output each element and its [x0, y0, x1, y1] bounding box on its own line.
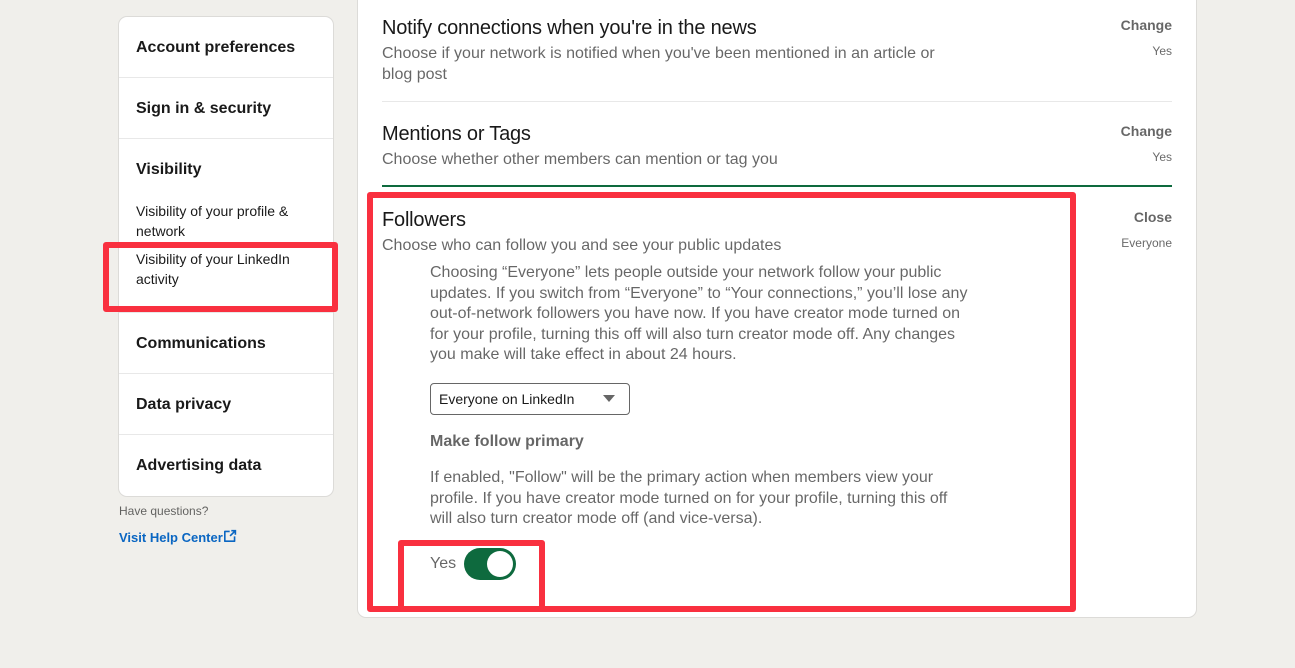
setting-followers: Followers Choose who can follow you and … — [382, 207, 1172, 607]
active-divider — [382, 185, 1172, 187]
caret-down-icon — [603, 395, 615, 403]
help-center-link[interactable]: Visit Help Center — [119, 529, 237, 545]
setting-mentions-tags: Mentions or Tags Choose whether other me… — [382, 121, 1172, 170]
setting-value: Yes — [1152, 44, 1172, 58]
help-center-link-label: Visit Help Center — [119, 530, 223, 545]
setting-notify-connections: Notify connections when you're in the ne… — [382, 15, 1172, 85]
setting-description: Choose if your network is notified when … — [382, 45, 935, 83]
change-button[interactable]: Change — [1121, 17, 1172, 33]
follow-primary-heading: Make follow primary — [430, 432, 584, 450]
settings-sidebar: Account preferences Sign in & security V… — [119, 17, 333, 496]
sidebar-item-communications[interactable]: Communications — [119, 313, 333, 374]
sidebar-item-advertising-data[interactable]: Advertising data — [119, 435, 333, 496]
follow-primary-toggle[interactable] — [464, 547, 517, 580]
change-button[interactable]: Change — [1121, 123, 1172, 139]
sidebar-subitem-linkedin-activity[interactable]: Visibility of your LinkedIn activity — [119, 247, 333, 313]
settings-page: Account preferences Sign in & security V… — [0, 0, 1295, 668]
external-link-icon — [223, 529, 236, 542]
divider — [382, 101, 1172, 102]
toggle-label: Yes — [430, 554, 457, 572]
sidebar-item-visibility[interactable]: Visibility — [119, 139, 333, 195]
setting-description: Choose who can follow you and see your p… — [382, 237, 782, 254]
setting-title: Followers — [382, 209, 466, 231]
setting-value: Everyone — [1121, 236, 1172, 250]
followers-details: Choosing “Everyone” lets people outside … — [430, 263, 970, 580]
settings-panel: Notify connections when you're in the ne… — [358, 0, 1196, 617]
sidebar-item-sign-in-security[interactable]: Sign in & security — [119, 78, 333, 139]
followers-explanation: Choosing “Everyone” lets people outside … — [430, 264, 968, 364]
toggle-knob — [487, 550, 514, 577]
setting-title: Mentions or Tags — [382, 123, 531, 145]
sidebar-item-data-privacy[interactable]: Data privacy — [119, 374, 333, 435]
sidebar-subitem-profile-network[interactable]: Visibility of your profile & network — [119, 195, 333, 247]
setting-description: Choose whether other members can mention… — [382, 151, 778, 168]
setting-value: Yes — [1152, 150, 1172, 164]
followers-audience-select[interactable]: Everyone on LinkedIn — [430, 382, 630, 415]
help-prompt: Have questions? — [119, 504, 209, 518]
setting-title: Notify connections when you're in the ne… — [382, 17, 757, 39]
sidebar-item-account-preferences[interactable]: Account preferences — [119, 17, 333, 78]
follow-primary-toggle-row: Yes — [430, 547, 970, 580]
close-button[interactable]: Close — [1134, 209, 1172, 225]
select-value: Everyone on LinkedIn — [439, 390, 575, 407]
follow-primary-explanation: If enabled, "Follow" will be the primary… — [430, 468, 948, 528]
